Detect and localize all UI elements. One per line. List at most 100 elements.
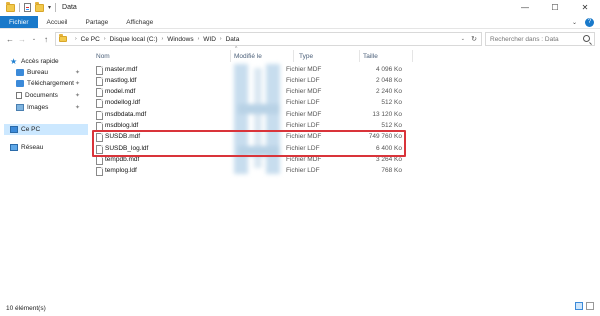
file-type: Fichier LDF — [286, 122, 320, 129]
window-controls: — ☐ ✕ — [510, 0, 600, 15]
address-dropdown-icon[interactable]: ⌄ — [461, 36, 465, 42]
images-icon — [16, 104, 24, 111]
separator — [19, 3, 20, 12]
pin-icon[interactable]: ✦ — [75, 104, 80, 111]
file-name: templog.ldf — [105, 167, 137, 174]
tab-accueil[interactable]: Accueil — [38, 16, 77, 28]
column-divider[interactable] — [359, 50, 360, 62]
column-header-modified[interactable]: Modifié le — [234, 50, 289, 62]
column-divider[interactable] — [230, 50, 231, 62]
maximize-button[interactable]: ☐ — [540, 0, 570, 15]
file-icon — [96, 66, 103, 75]
pin-icon[interactable]: ✦ — [75, 92, 80, 99]
file-size: 13 120 Ko — [372, 111, 402, 118]
nav-item-label: Accès rapide — [21, 58, 59, 65]
chevron-right-icon[interactable]: › — [220, 36, 222, 42]
nav-item-label: Images — [27, 104, 49, 111]
file-icon — [96, 99, 103, 108]
nav-item-label: Réseau — [21, 144, 44, 151]
file-name: tempdb.mdf — [105, 156, 140, 163]
file-type: Fichier MDF — [286, 111, 322, 118]
address-bar[interactable]: › Ce PC › Disque local (C:) › Windows › … — [55, 32, 482, 46]
file-type: Fichier LDF — [286, 167, 320, 174]
forward-arrow-icon[interactable]: → — [16, 35, 28, 44]
nav-item-label: Téléchargement — [27, 80, 74, 87]
file-type: Fichier MDF — [286, 66, 322, 73]
status-item-count: 10 élément(s) — [6, 305, 46, 312]
customize-toolbar-icon[interactable]: ▾ — [48, 4, 51, 11]
pin-icon[interactable]: ✦ — [75, 80, 80, 87]
new-folder-icon[interactable] — [35, 1, 44, 12]
tab-affichage[interactable]: Affichage — [117, 16, 162, 28]
download-icon — [16, 80, 24, 87]
search-input[interactable]: Rechercher dans : Data — [485, 32, 595, 46]
file-name: modellog.ldf — [105, 99, 141, 106]
properties-icon[interactable] — [24, 3, 31, 12]
file-size: 2 048 Ko — [375, 77, 402, 84]
column-divider[interactable] — [293, 50, 294, 62]
file-type: Fichier LDF — [286, 77, 320, 84]
details-view-icon[interactable] — [575, 302, 583, 310]
column-divider[interactable] — [412, 50, 413, 62]
nav-item-reseau[interactable]: Réseau — [10, 142, 86, 153]
highlight-box — [92, 130, 406, 157]
nav-item-images[interactable]: Images ✦ — [16, 102, 86, 113]
desktop-icon — [16, 69, 24, 76]
chevron-right-icon[interactable]: › — [104, 36, 106, 42]
chevron-right-icon[interactable]: › — [162, 36, 164, 42]
breadcrumb-data[interactable]: Data — [226, 36, 240, 43]
ribbon-tabs: Fichier Accueil Partage Affichage ⌄ ? — [0, 16, 600, 29]
column-header-size[interactable]: Taille — [363, 50, 411, 62]
tab-partage[interactable]: Partage — [76, 16, 117, 28]
chevron-right-icon[interactable]: › — [198, 36, 200, 42]
help-icon[interactable]: ? — [585, 17, 594, 27]
close-button[interactable]: ✕ — [570, 0, 600, 15]
nav-item-telechargement[interactable]: Téléchargement ✦ — [16, 78, 86, 89]
column-header-name[interactable]: Nom — [96, 50, 226, 62]
file-type: Fichier LDF — [286, 99, 320, 106]
network-icon — [10, 144, 18, 151]
file-icon — [96, 167, 103, 176]
back-arrow-icon[interactable]: ← — [4, 35, 16, 44]
nav-item-label: Bureau — [27, 69, 48, 76]
nav-item-documents[interactable]: Documents ✦ — [16, 90, 86, 101]
nav-item-quick-access[interactable]: ★ Accès rapide — [10, 56, 86, 67]
navigation-bar: ← → ⌄ ↑ › Ce PC › Disque local (C:) › Wi… — [0, 31, 600, 47]
file-icon — [96, 77, 103, 86]
column-header-type[interactable]: Type — [299, 50, 357, 62]
breadcrumb-wid[interactable]: WID — [203, 36, 216, 43]
file-type: Fichier MDF — [286, 156, 322, 163]
nav-item-ce-pc[interactable]: Ce PC — [4, 124, 88, 135]
search-icon — [583, 35, 590, 42]
breadcrumb-ce-pc[interactable]: Ce PC — [81, 36, 100, 43]
quick-access-toolbar: ▾ — [0, 1, 57, 12]
large-icons-view-icon[interactable] — [586, 302, 594, 310]
chevron-right-icon[interactable]: › — [75, 36, 77, 42]
view-switcher — [575, 302, 594, 310]
refresh-icon[interactable]: ↻ — [471, 35, 477, 43]
breadcrumb-disque-local[interactable]: Disque local (C:) — [110, 36, 158, 43]
expand-ribbon-icon[interactable]: ⌄ — [572, 19, 577, 26]
nav-item-label: Documents — [25, 92, 58, 99]
folder-icon — [59, 34, 67, 42]
recent-locations-icon[interactable]: ⌄ — [28, 36, 40, 42]
file-size: 512 Ko — [381, 99, 402, 106]
breadcrumb-windows[interactable]: Windows — [167, 36, 193, 43]
star-icon: ★ — [10, 57, 18, 66]
file-name: master.mdf — [105, 66, 138, 73]
tab-fichier[interactable]: Fichier — [0, 16, 38, 28]
file-size: 768 Ko — [381, 167, 402, 174]
nav-item-bureau[interactable]: Bureau ✦ — [16, 67, 86, 78]
file-name: msdblog.ldf — [105, 122, 139, 129]
up-arrow-icon[interactable]: ↑ — [40, 35, 52, 44]
redacted-dates — [232, 64, 286, 174]
pin-icon[interactable]: ✦ — [75, 69, 80, 76]
documents-icon — [16, 92, 22, 99]
file-size: 3 264 Ko — [375, 156, 402, 163]
folder-icon — [6, 1, 15, 12]
separator — [55, 3, 57, 12]
file-type: Fichier MDF — [286, 88, 322, 95]
file-size: 512 Ko — [381, 122, 402, 129]
minimize-button[interactable]: — — [510, 0, 540, 15]
file-name: model.mdf — [105, 88, 136, 95]
